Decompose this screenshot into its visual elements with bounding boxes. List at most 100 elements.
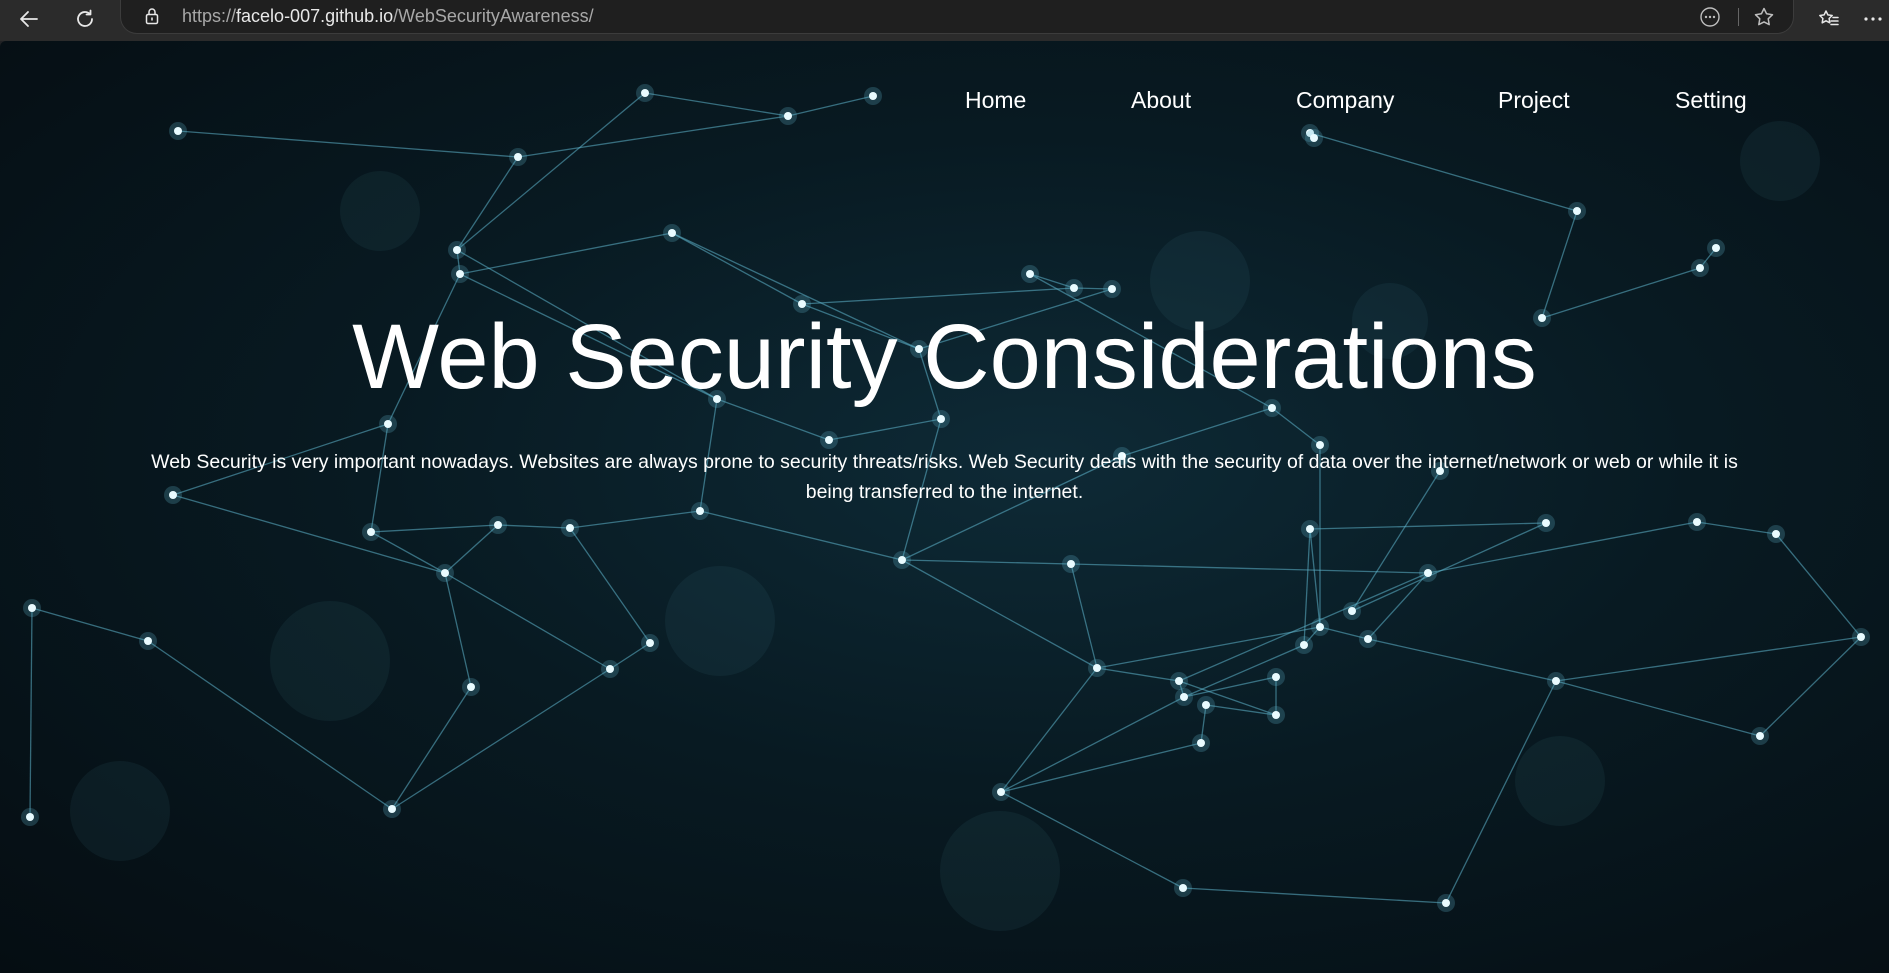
network-line <box>1555 636 1862 682</box>
url-path: /WebSecurityAwareness/ <box>393 6 594 26</box>
network-node <box>668 229 676 237</box>
network-line <box>1096 626 1321 669</box>
network-line <box>1775 533 1862 638</box>
network-node <box>825 436 833 444</box>
network-node <box>1857 633 1865 641</box>
bokeh-blob <box>70 761 170 861</box>
network-node <box>1316 623 1324 631</box>
bokeh-blob <box>340 171 420 251</box>
browser-toolbar: https://facelo-007.github.io/WebSecurity… <box>0 0 1889 41</box>
network-node <box>26 813 34 821</box>
network-line <box>1178 680 1277 716</box>
page-viewport: Home About Company Project Setting Web S… <box>0 41 1889 973</box>
back-button[interactable] <box>12 2 46 36</box>
network-line <box>1427 521 1698 574</box>
network-node <box>696 507 704 515</box>
network-node <box>1573 207 1581 215</box>
bokeh-blob <box>1515 736 1605 826</box>
network-line <box>1309 528 1321 628</box>
nav-link-setting[interactable]: Setting <box>1675 87 1747 114</box>
network-line <box>699 510 903 561</box>
ellipsis-icon <box>1864 17 1882 21</box>
url-scheme: https:// <box>182 6 237 26</box>
network-line <box>1000 667 1098 793</box>
network-line <box>1351 522 1547 612</box>
network-line <box>828 418 942 441</box>
url-text[interactable]: https://facelo-007.github.io/WebSecurity… <box>182 6 594 26</box>
settings-and-more-button[interactable] <box>1856 2 1889 36</box>
network-line <box>1367 638 1557 682</box>
network-line <box>1000 742 1202 793</box>
network-node <box>1552 677 1560 685</box>
network-node <box>1202 701 1210 709</box>
network-node <box>1070 284 1078 292</box>
network-node <box>1272 673 1280 681</box>
network-line <box>1367 572 1429 640</box>
network-line <box>1541 210 1578 319</box>
nav-link-project[interactable]: Project <box>1498 87 1570 114</box>
network-node <box>1300 641 1308 649</box>
network-node <box>646 639 654 647</box>
network-node <box>1712 244 1720 252</box>
network-node <box>467 683 475 691</box>
network-line <box>569 527 651 644</box>
star-icon[interactable] <box>1752 5 1776 29</box>
network-line <box>1696 521 1777 535</box>
network-node <box>388 805 396 813</box>
network-line <box>1070 563 1098 669</box>
favorites-icon <box>1819 10 1839 26</box>
favorites-button[interactable] <box>1812 2 1846 36</box>
reload-button[interactable] <box>68 2 102 36</box>
network-line <box>1205 704 1277 716</box>
network-line <box>29 607 33 818</box>
nav-link-home[interactable]: Home <box>965 87 1026 114</box>
network-node <box>1026 270 1034 278</box>
network-line <box>31 607 149 642</box>
nav-link-company[interactable]: Company <box>1296 87 1394 114</box>
hero-description: Web Security is very important nowadays.… <box>151 451 1738 503</box>
network-node <box>566 524 574 532</box>
network-node <box>1364 635 1372 643</box>
network-node <box>1772 530 1780 538</box>
network-line <box>1178 572 1429 682</box>
network-line <box>1309 522 1547 530</box>
main-navigation: Home About Company Project Setting <box>0 87 1889 117</box>
address-bar[interactable]: https://facelo-007.github.io/WebSecurity… <box>120 0 1794 34</box>
network-node <box>1348 607 1356 615</box>
network-node <box>1696 264 1704 272</box>
network-line <box>517 115 789 158</box>
network-line <box>801 287 1075 305</box>
network-node <box>898 556 906 564</box>
network-line <box>444 572 611 670</box>
network-node <box>1197 739 1205 747</box>
reload-icon <box>77 9 93 27</box>
network-node <box>384 420 392 428</box>
network-node <box>606 665 614 673</box>
network-line <box>456 156 519 251</box>
lock-icon[interactable] <box>143 7 161 25</box>
network-node <box>453 246 461 254</box>
hero-title: Web Security Considerations <box>352 306 1537 408</box>
network-line <box>444 572 472 688</box>
network-node <box>1272 711 1280 719</box>
network-node <box>1756 732 1764 740</box>
network-line <box>1309 132 1578 212</box>
network-line <box>370 531 446 574</box>
address-bar-divider <box>1738 8 1739 26</box>
network-line <box>1759 636 1862 737</box>
network-node <box>144 637 152 645</box>
network-node <box>514 153 522 161</box>
nav-link-about[interactable]: About <box>1131 87 1191 114</box>
network-node <box>1693 518 1701 526</box>
network-background-image <box>21 84 1870 931</box>
network-line <box>444 524 499 574</box>
network-line <box>497 524 571 529</box>
bokeh-blob <box>270 601 390 721</box>
network-line <box>1555 680 1761 737</box>
network-node <box>456 270 464 278</box>
network-line <box>1096 667 1180 682</box>
more-options-icon[interactable] <box>1699 6 1721 28</box>
network-line <box>671 232 803 305</box>
network-node <box>28 604 36 612</box>
network-node <box>367 528 375 536</box>
